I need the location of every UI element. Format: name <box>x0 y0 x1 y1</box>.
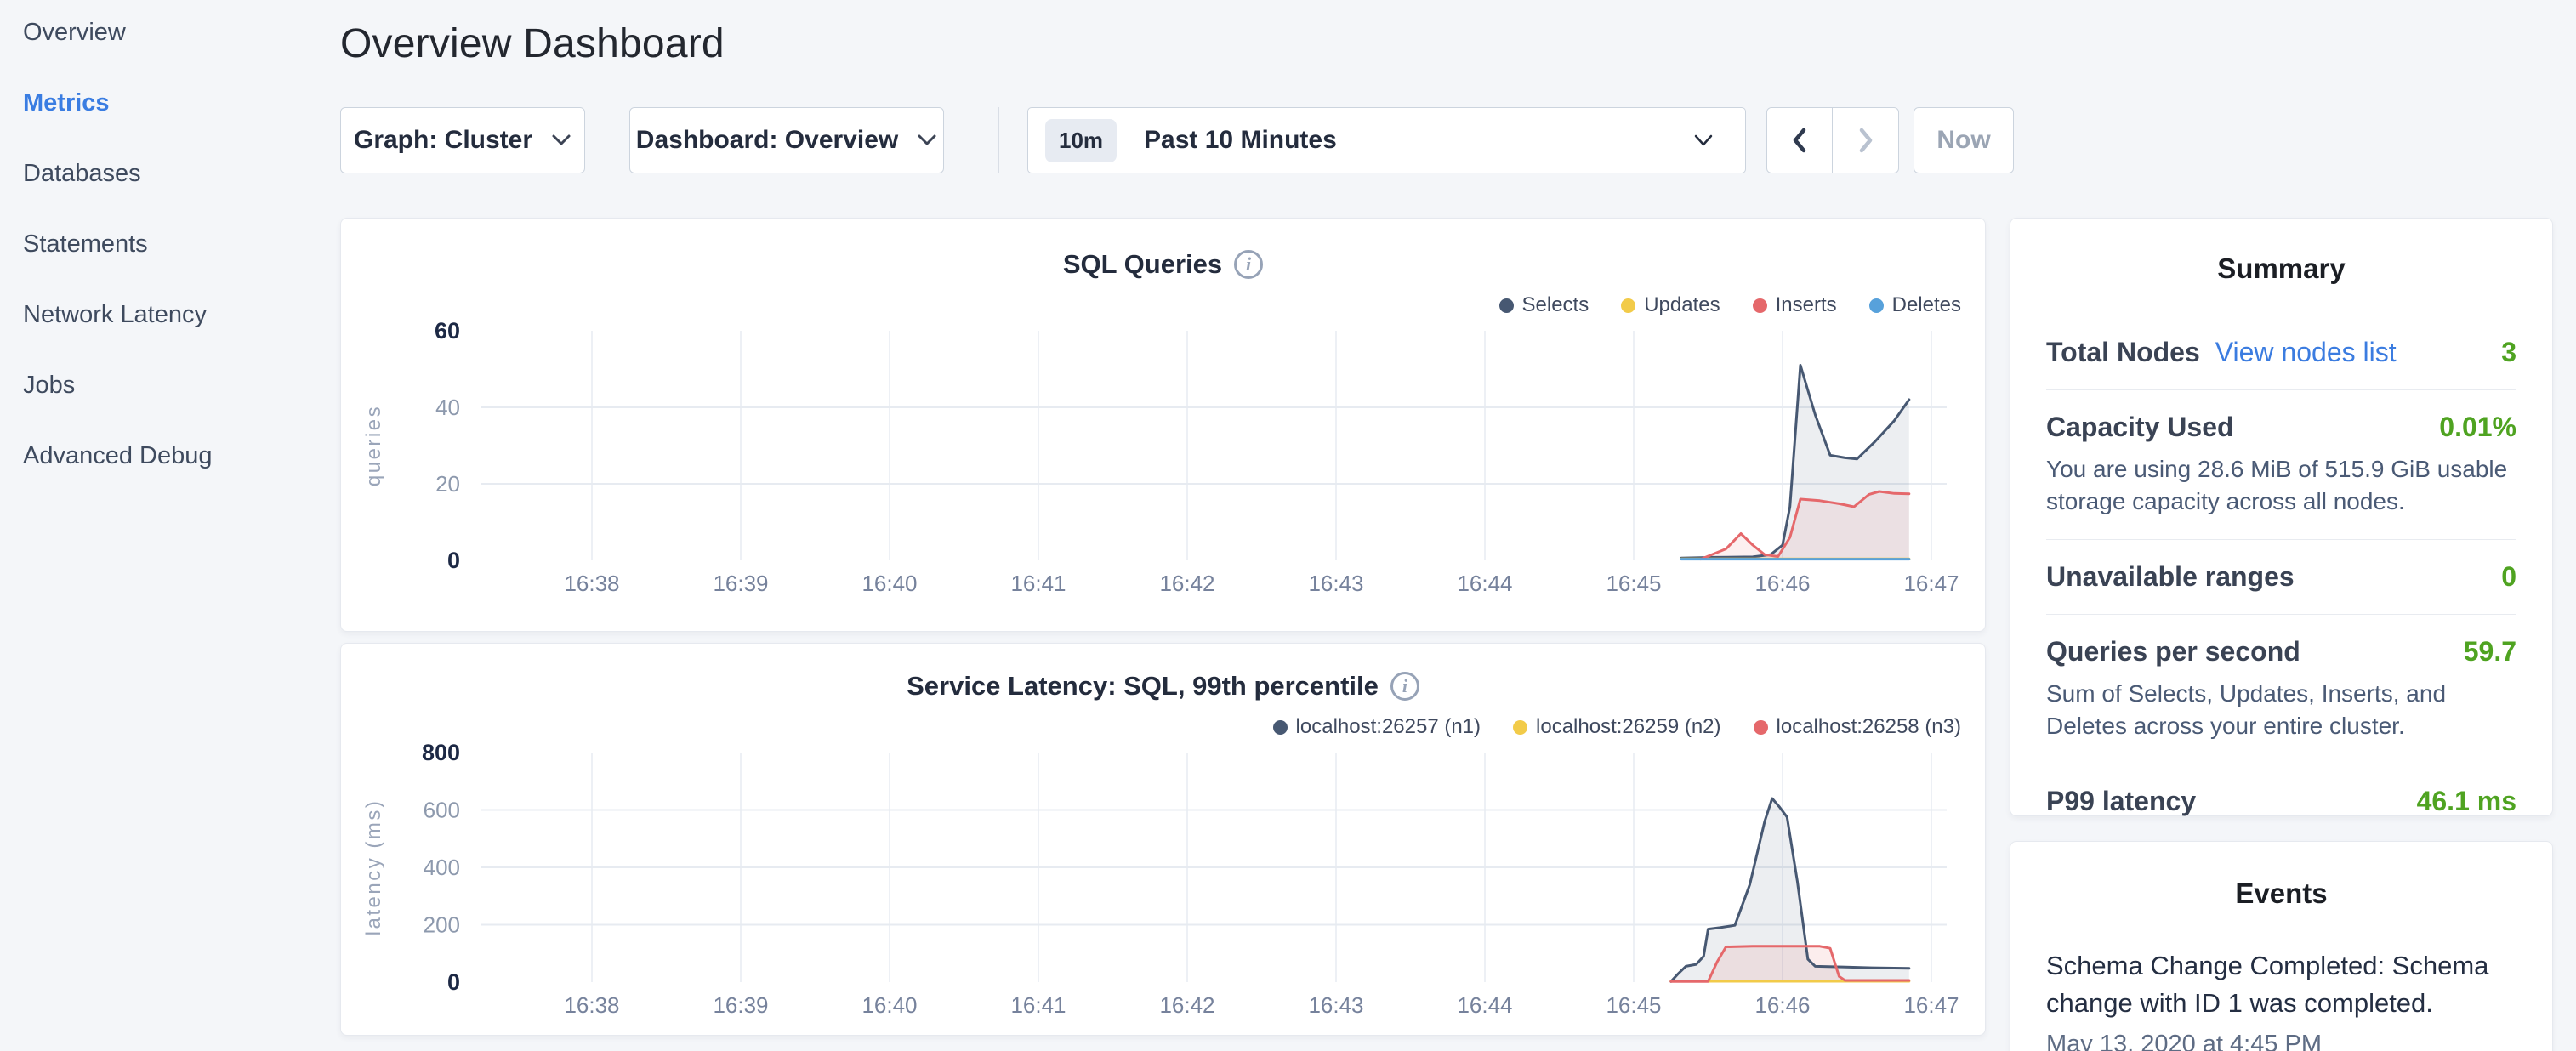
chevron-down-icon <box>551 134 571 147</box>
svg-text:16:38: 16:38 <box>564 571 619 596</box>
summary-row-total-nodes: Total Nodes View nodes list 3 <box>2046 315 2516 390</box>
svg-text:16:47: 16:47 <box>1903 992 1959 1018</box>
svg-text:16:46: 16:46 <box>1754 571 1810 596</box>
sidebar-item-overview[interactable]: Overview <box>23 19 340 89</box>
summary-row-description: You are using 28.6 MiB of 515.9 GiB usab… <box>2046 453 2516 518</box>
summary-row-label: Queries per second <box>2046 636 2300 668</box>
svg-text:16:40: 16:40 <box>862 992 917 1018</box>
svg-text:queries: queries <box>362 405 385 486</box>
svg-text:16:43: 16:43 <box>1308 992 1363 1018</box>
legend-dot <box>1499 298 1514 313</box>
sql-queries-plot[interactable]: 16:38 16:39 16:40 16:41 16:42 16:43 16:44 16:45… <box>341 314 1987 620</box>
svg-text:60: 60 <box>435 318 460 344</box>
events-title: Events <box>2010 878 2552 910</box>
legend-dot <box>1753 298 1767 313</box>
summary-row-value: 0.01% <box>2439 412 2516 443</box>
sidebar-item-databases[interactable]: Databases <box>23 160 340 230</box>
svg-text:800: 800 <box>422 740 460 765</box>
summary-row-label: Unavailable ranges <box>2046 561 2295 593</box>
summary-row-label: Capacity Used <box>2046 412 2234 443</box>
legend-dot <box>1621 298 1635 313</box>
event-timestamp: May 13, 2020 at 4:45 PM <box>2046 1031 2516 1051</box>
dashboard-label: Dashboard: Overview <box>636 126 898 155</box>
svg-text:16:46: 16:46 <box>1754 992 1810 1018</box>
svg-text:16:41: 16:41 <box>1010 992 1066 1018</box>
summary-row-label: Total Nodes <box>2046 337 2200 368</box>
page-title: Overview Dashboard <box>340 20 725 67</box>
sidebar-item-metrics[interactable]: Metrics <box>23 89 340 160</box>
svg-text:0: 0 <box>447 548 460 573</box>
summary-row-queries-per-second: Queries per second 59.7 Sum of Selects, … <box>2046 615 2516 764</box>
graph-scope-dropdown[interactable]: Graph: Cluster <box>340 107 585 173</box>
svg-text:16:39: 16:39 <box>713 992 768 1018</box>
svg-text:600: 600 <box>424 798 460 823</box>
summary-row-p99-latency: P99 latency 46.1 ms <box>2046 764 2516 838</box>
legend-dot <box>1513 720 1527 735</box>
summary-row-value: 0 <box>2501 561 2516 593</box>
time-step-buttons <box>1766 107 1899 173</box>
svg-text:200: 200 <box>424 912 460 938</box>
svg-text:16:45: 16:45 <box>1606 571 1661 596</box>
summary-row-value: 46.1 ms <box>2417 786 2516 817</box>
service-latency-plot[interactable]: 16:38 16:39 16:40 16:41 16:42 16:43 16:44 16:45… <box>341 736 1987 1042</box>
svg-text:400: 400 <box>424 855 460 880</box>
summary-row-label: P99 latency <box>2046 786 2196 817</box>
time-range-label: Past 10 Minutes <box>1144 126 1337 155</box>
time-step-forward-button[interactable] <box>1833 108 1898 173</box>
svg-text:latency (ms): latency (ms) <box>362 799 385 936</box>
svg-text:16:43: 16:43 <box>1308 571 1363 596</box>
time-range-badge: 10m <box>1045 119 1117 162</box>
chart-title: SQL Queries <box>1063 249 1222 280</box>
legend-dot <box>1869 298 1884 313</box>
time-step-back-button[interactable] <box>1767 108 1833 173</box>
svg-text:16:41: 16:41 <box>1010 571 1066 596</box>
dashboard-dropdown[interactable]: Dashboard: Overview <box>629 107 944 173</box>
summary-row-value: 59.7 <box>2464 636 2516 668</box>
svg-text:16:42: 16:42 <box>1159 992 1214 1018</box>
summary-row-value: 3 <box>2501 337 2516 368</box>
svg-text:16:44: 16:44 <box>1457 992 1512 1018</box>
controls-divider <box>998 107 999 173</box>
event-item[interactable]: Schema Change Completed: Schema change w… <box>2046 947 2516 1051</box>
svg-text:16:38: 16:38 <box>564 992 619 1018</box>
graph-scope-label: Graph: Cluster <box>354 126 532 155</box>
legend-dot <box>1273 720 1288 735</box>
svg-text:16:42: 16:42 <box>1159 571 1214 596</box>
summary-title: Summary <box>2010 253 2552 285</box>
svg-text:16:44: 16:44 <box>1457 571 1512 596</box>
chevron-down-icon <box>1692 133 1714 148</box>
sidebar-item-advanced-debug[interactable]: Advanced Debug <box>23 442 340 513</box>
chart-title: Service Latency: SQL, 99th percentile <box>907 671 1379 702</box>
sidebar-nav: Overview Metrics Databases Statements Ne… <box>0 0 340 1051</box>
overview-dashboard-page: { "sidebar": { "items": [ {"label": "Ove… <box>0 0 2576 1051</box>
event-message: Schema Change Completed: Schema change w… <box>2046 947 2516 1022</box>
sidebar-item-jobs[interactable]: Jobs <box>23 372 340 442</box>
svg-text:40: 40 <box>435 395 460 420</box>
time-range-selector[interactable]: 10m Past 10 Minutes <box>1027 107 1746 173</box>
svg-text:16:40: 16:40 <box>862 571 917 596</box>
svg-text:16:45: 16:45 <box>1606 992 1661 1018</box>
sidebar-item-statements[interactable]: Statements <box>23 230 340 301</box>
chevron-down-icon <box>917 134 937 147</box>
summary-row-capacity-used: Capacity Used 0.01% You are using 28.6 M… <box>2046 390 2516 540</box>
info-icon[interactable]: i <box>1390 672 1419 701</box>
events-panel: Events Schema Change Completed: Schema c… <box>2010 841 2553 1051</box>
legend-dot <box>1754 720 1768 735</box>
svg-text:16:39: 16:39 <box>713 571 768 596</box>
svg-text:16:47: 16:47 <box>1903 571 1959 596</box>
info-icon[interactable]: i <box>1234 250 1263 279</box>
sidebar-item-network-latency[interactable]: Network Latency <box>23 301 340 372</box>
sql-queries-chart-card: SQL Queries i Selects Updates Inserts De… <box>340 218 1986 632</box>
svg-text:20: 20 <box>435 471 460 497</box>
summary-row-unavailable-ranges: Unavailable ranges 0 <box>2046 540 2516 615</box>
summary-row-description: Sum of Selects, Updates, Inserts, and De… <box>2046 678 2516 742</box>
service-latency-chart-card: Service Latency: SQL, 99th percentile i … <box>340 643 1986 1036</box>
now-button[interactable]: Now <box>1914 107 2014 173</box>
view-nodes-list-link[interactable]: View nodes list <box>2215 337 2397 368</box>
summary-panel: Summary Total Nodes View nodes list 3 Ca… <box>2010 218 2553 816</box>
svg-text:0: 0 <box>447 969 460 995</box>
